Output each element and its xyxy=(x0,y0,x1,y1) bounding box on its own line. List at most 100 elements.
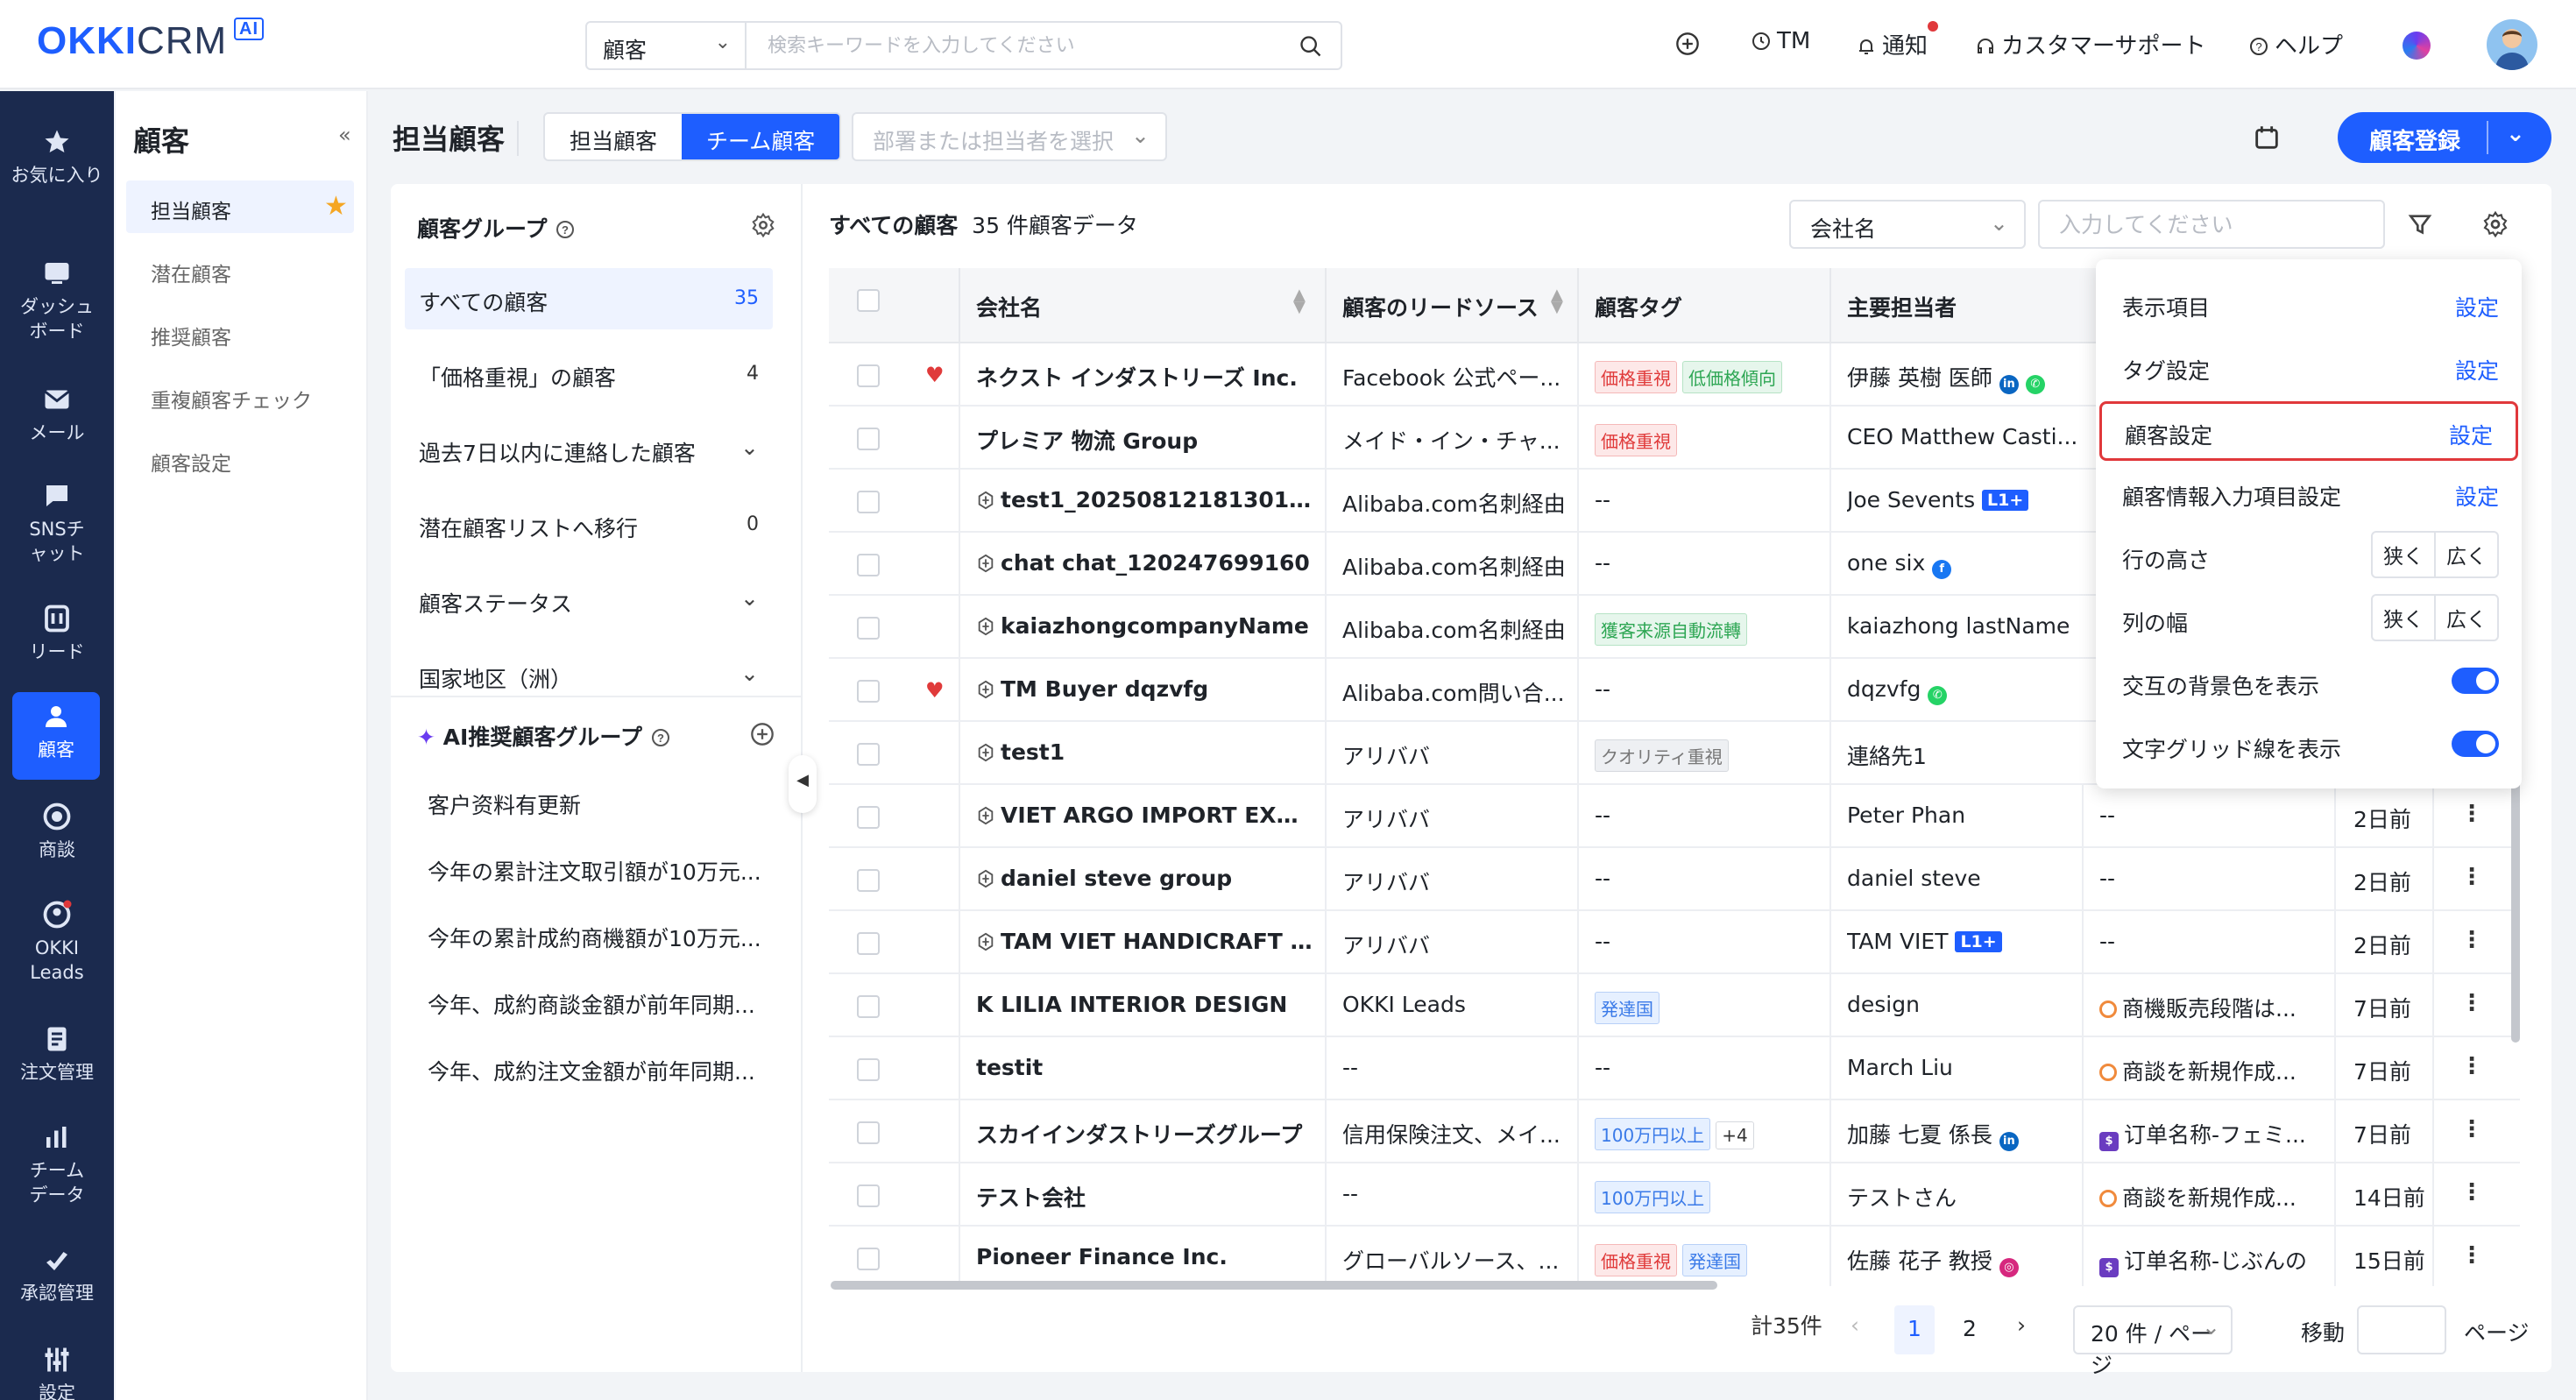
rail-mail[interactable]: メール xyxy=(0,384,114,445)
company-cell[interactable]: TAM VIET HANDICRAFT E... xyxy=(976,929,1313,954)
sort-icon[interactable]: ▲ ▼ xyxy=(1293,287,1306,315)
row-height-wide[interactable]: 広く xyxy=(2434,533,2497,576)
table-row[interactable]: testit -- -- March Liu 商談を新規作成... 7日前 ⋮ xyxy=(829,1037,2520,1100)
dept-select[interactable]: 部署または担当者を選択 ⌄ xyxy=(852,112,1167,161)
rail-settings[interactable]: 設定 xyxy=(0,1344,114,1400)
company-cell[interactable]: testit xyxy=(976,1055,1313,1080)
row-checkbox[interactable] xyxy=(857,995,880,1018)
contact-cell[interactable]: 連絡先1 xyxy=(1847,739,2101,771)
search-icon[interactable] xyxy=(1299,34,1323,59)
page-1[interactable]: 1 xyxy=(1894,1305,1935,1354)
favorite-heart-icon[interactable]: ♥ xyxy=(925,678,945,703)
contact-cell[interactable]: TAM VIET L1+ xyxy=(1847,929,2101,954)
favorite-heart-icon[interactable]: ♥ xyxy=(925,363,945,387)
okki-crm-logo[interactable]: OKKICRM AI xyxy=(37,18,264,63)
tab-team-customers[interactable]: チーム顧客 xyxy=(682,114,840,159)
gear-icon[interactable] xyxy=(2481,210,2509,238)
help-icon[interactable]: ? xyxy=(555,219,576,240)
row-more-icon[interactable]: ⋮ xyxy=(2460,1116,2483,1142)
group-customer-status[interactable]: 顧客ステータス ⌄ xyxy=(405,569,773,631)
ai-group-item[interactable]: 客户资料有更新 xyxy=(428,788,778,820)
ai-group-item[interactable]: 今年の累計成約商機額が10万元... xyxy=(428,922,778,953)
contact-cell[interactable]: 加藤 七夏 係長 in xyxy=(1847,1118,2101,1151)
rail-order[interactable]: 注文管理 xyxy=(0,1023,114,1085)
star-icon[interactable]: ★ xyxy=(324,191,348,222)
rail-favorites[interactable]: お気に入り xyxy=(0,126,114,187)
rail-okki-leads[interactable]: OKKI Leads xyxy=(0,899,114,985)
alt-bg-toggle[interactable] xyxy=(2452,668,2499,694)
row-more-icon[interactable]: ⋮ xyxy=(2460,1179,2483,1206)
column-company[interactable]: 会社名 ▲ ▼ xyxy=(976,287,1306,322)
contact-cell[interactable]: テストさん xyxy=(1847,1181,2101,1213)
rail-lead[interactable]: リード xyxy=(0,603,114,664)
row-more-icon[interactable]: ⋮ xyxy=(2460,927,2483,953)
row-checkbox[interactable] xyxy=(857,364,880,387)
contact-cell[interactable]: Joe Sevents L1+ xyxy=(1847,487,2101,513)
row-more-icon[interactable]: ⋮ xyxy=(2460,801,2483,827)
rail-customer[interactable]: 顧客 xyxy=(12,692,100,780)
help-icon[interactable]: ? xyxy=(650,727,671,748)
popup-setting-link[interactable]: 設定 xyxy=(2455,480,2499,512)
grid-lines-toggle[interactable] xyxy=(2452,731,2499,757)
field-select[interactable]: 会社名 ⌄ xyxy=(1789,200,2026,249)
column-tags[interactable]: 顧客タグ xyxy=(1595,291,1682,322)
support-link[interactable]: カスタマーサポート xyxy=(1975,28,2205,60)
column-primary-contact[interactable]: 主要担当者 xyxy=(1847,291,1957,322)
company-cell[interactable]: ネクスト インダストリーズ Inc. xyxy=(976,361,1313,392)
notify-link[interactable]: 通知 xyxy=(1856,21,1938,60)
row-more-icon[interactable]: ⋮ xyxy=(2460,990,2483,1016)
table-row[interactable]: スカイインダストリーズグループ 信用保険注文、メイ... 100万円以上 +4 加藤 七… xyxy=(829,1100,2520,1163)
ai-group-item[interactable]: 今年、成約商談金額が前年同期... xyxy=(428,988,778,1020)
row-checkbox[interactable] xyxy=(857,806,880,829)
search-input[interactable] xyxy=(748,23,1274,68)
select-all-checkbox[interactable] xyxy=(857,289,880,312)
table-row[interactable]: K LILIA INTERIOR DESIGN OKKI Leads 発達国 desi… xyxy=(829,974,2520,1037)
add-icon[interactable] xyxy=(1675,32,1700,56)
tab-my-customers[interactable]: 担当顧客 xyxy=(545,114,682,159)
rail-approval[interactable]: 承認管理 xyxy=(0,1244,114,1305)
page-2[interactable]: 2 xyxy=(1959,1305,1980,1354)
row-more-icon[interactable]: ⋮ xyxy=(2460,864,2483,890)
subnav-item-my-customers[interactable]: 担当顧客 ★ xyxy=(126,180,354,233)
subnav-item-settings[interactable]: 顧客設定 xyxy=(126,433,354,485)
contact-cell[interactable]: one six f xyxy=(1847,550,2101,579)
contact-cell[interactable]: dqzvfg ✆ xyxy=(1847,676,2101,705)
contact-cell[interactable]: design xyxy=(1847,992,2101,1017)
popup-setting-link[interactable]: 設定 xyxy=(2449,419,2493,450)
next-page-icon[interactable]: › xyxy=(2017,1312,2026,1361)
table-row[interactable]: daniel steve group アリババ -- daniel steve -- 2… xyxy=(829,848,2520,911)
company-cell[interactable]: K LILIA INTERIOR DESIGN xyxy=(976,992,1313,1017)
company-cell[interactable]: chat chat_120247699160 xyxy=(976,550,1313,576)
filter-input[interactable] xyxy=(2038,200,2385,249)
ai-assistant-icon[interactable] xyxy=(2403,32,2431,60)
company-cell[interactable]: Pioneer Finance Inc. xyxy=(976,1244,1313,1269)
company-cell[interactable]: スカイインダストリーズグループ xyxy=(976,1118,1313,1149)
row-checkbox[interactable] xyxy=(857,428,880,450)
horizontal-scrollbar[interactable] xyxy=(831,1281,1717,1290)
row-more-icon[interactable]: ⋮ xyxy=(2460,1053,2483,1079)
group-all-customers[interactable]: すべての顧客 35 xyxy=(405,268,773,329)
register-customer-button[interactable]: 顧客登録 ⌄ xyxy=(2338,112,2551,163)
goto-input[interactable] xyxy=(2357,1305,2446,1354)
ai-group-item[interactable]: 今年、成約注文金額が前年同期... xyxy=(428,1055,778,1086)
subnav-item-duplicate[interactable]: 重複顧客チェック xyxy=(126,370,354,422)
company-cell[interactable]: テスト会社 xyxy=(976,1181,1313,1213)
contact-cell[interactable]: CEO Matthew Casti... xyxy=(1847,424,2101,449)
help-link[interactable]: ? ヘルプ xyxy=(2248,28,2343,60)
popup-setting-link[interactable]: 設定 xyxy=(2455,354,2499,385)
company-cell[interactable]: kaiazhongcompanyName xyxy=(976,613,1313,639)
page-size-select[interactable]: 20 件 / ページ ⌄ xyxy=(2073,1305,2233,1378)
contact-cell[interactable]: 佐藤 花子 教授 ◎ xyxy=(1847,1244,2101,1277)
prev-page-icon[interactable]: ‹ xyxy=(1851,1312,1859,1361)
row-checkbox[interactable] xyxy=(857,869,880,892)
contact-cell[interactable]: March Liu xyxy=(1847,1055,2101,1080)
chevron-down-icon[interactable]: ⌄ xyxy=(2506,121,2525,147)
add-icon[interactable] xyxy=(750,722,775,746)
row-height-narrow[interactable]: 狭く xyxy=(2373,533,2434,576)
popup-setting-link[interactable]: 設定 xyxy=(2455,291,2499,322)
group-contacted-7days[interactable]: 過去7日以内に連絡した顧客 ⌄ xyxy=(405,419,773,480)
row-checkbox[interactable] xyxy=(857,743,880,766)
row-checkbox[interactable] xyxy=(857,491,880,513)
sort-icon[interactable]: ▲ ▼ xyxy=(1551,287,1563,315)
contact-cell[interactable]: daniel steve xyxy=(1847,866,2101,891)
